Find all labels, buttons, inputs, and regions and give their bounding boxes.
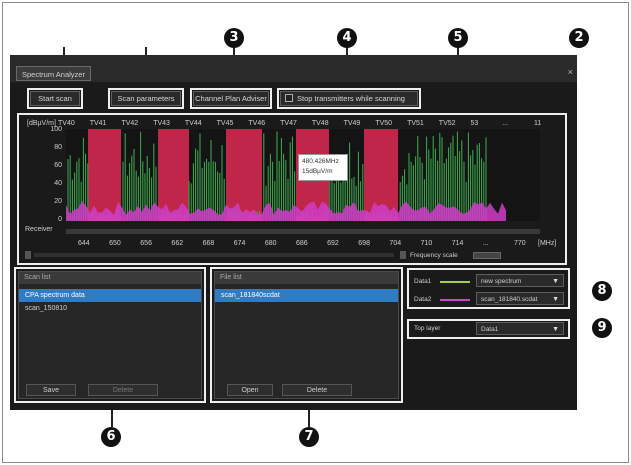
x-tick-label: 692 bbox=[327, 240, 339, 247]
x-tick-label: 714 bbox=[451, 240, 464, 247]
channel-label: TV43 bbox=[153, 120, 170, 127]
y-tick-label: 60 bbox=[54, 162, 62, 169]
file-list-item[interactable]: scan_181840scdat bbox=[215, 289, 398, 302]
data2-label: Data2 bbox=[414, 296, 432, 303]
occupied-channel-band bbox=[88, 129, 121, 221]
frequency-scale-slider[interactable] bbox=[473, 252, 501, 259]
channel-label: ... bbox=[502, 120, 509, 127]
chevron-down-icon: ▼ bbox=[552, 278, 559, 285]
receiver-label: Receiver bbox=[25, 226, 53, 233]
data2-dropdown[interactable]: scan_181840.scdat ▼ bbox=[476, 292, 564, 305]
callout-4: 4 bbox=[337, 28, 357, 48]
callout-5: 5 bbox=[448, 28, 468, 48]
x-tick-label: 680 bbox=[264, 240, 277, 247]
channel-plan-advisor-button[interactable]: Channel Plan Adviser bbox=[193, 91, 269, 106]
title-bar: Spectrum Analyzer × bbox=[10, 55, 577, 82]
x-tick-label: 644 bbox=[78, 240, 90, 247]
stop-transmitters-label: Stop transmitters while scanning bbox=[297, 94, 405, 103]
frequency-tooltip: 480.426MHz 15dBµV/m bbox=[298, 154, 348, 181]
scroll-right-icon[interactable] bbox=[400, 251, 406, 259]
x-tick-label: ... bbox=[482, 240, 489, 247]
occupied-channel-band bbox=[226, 129, 262, 221]
open-button[interactable]: Open bbox=[227, 384, 273, 396]
scan-list-item[interactable]: CPA spectrum data bbox=[19, 289, 201, 302]
data2-value: scan_181840.scdat bbox=[481, 296, 538, 303]
channel-label: TV42 bbox=[121, 120, 139, 127]
top-layer-dropdown[interactable]: Data1 ▼ bbox=[476, 322, 564, 335]
frequency-scale-label: Frequency scale bbox=[410, 252, 458, 259]
y-tick-label: 80 bbox=[54, 144, 62, 151]
y-tick-label: 40 bbox=[54, 180, 62, 187]
callout-6: 6 bbox=[101, 427, 121, 447]
file-list-panel: File list scan_181840scdat bbox=[214, 271, 399, 399]
data1-value: new spectrum bbox=[481, 278, 522, 285]
stop-transmitters-checkbox-row[interactable]: Stop transmitters while scanning bbox=[280, 91, 418, 106]
horizontal-scrollbar[interactable] bbox=[34, 253, 394, 257]
scan-list-title: Scan list bbox=[19, 272, 201, 284]
channel-label: TV49 bbox=[343, 120, 361, 127]
tooltip-frequency: 480.426MHz bbox=[302, 158, 339, 165]
channel-label: 53 bbox=[470, 120, 479, 127]
scroll-left-icon[interactable] bbox=[25, 251, 31, 259]
window-tab[interactable]: Spectrum Analyzer bbox=[16, 66, 91, 81]
x-tick-label: 668 bbox=[202, 240, 215, 247]
scan-list-item[interactable]: scan_150810 bbox=[19, 302, 201, 315]
data1-color-swatch bbox=[440, 281, 470, 283]
x-tick-label: 656 bbox=[140, 240, 152, 247]
chevron-down-icon: ▼ bbox=[552, 326, 559, 333]
checkbox-icon[interactable] bbox=[285, 94, 293, 102]
x-tick-label: 674 bbox=[233, 240, 246, 247]
x-tick-label: 710 bbox=[420, 240, 433, 247]
start-scan-button[interactable]: Start scan bbox=[30, 91, 80, 106]
x-tick-label: 704 bbox=[389, 240, 402, 247]
y-tick-label: 100 bbox=[50, 126, 62, 133]
file-delete-button[interactable]: Delete bbox=[282, 384, 352, 396]
x-axis-unit: [MHz] bbox=[538, 240, 557, 247]
x-tick-label: 686 bbox=[296, 240, 308, 247]
callout-8: 8 bbox=[592, 281, 612, 301]
callout-9: 9 bbox=[592, 318, 612, 338]
data1-dropdown[interactable]: new spectrum ▼ bbox=[476, 274, 564, 287]
scan-delete-button[interactable]: Delete bbox=[88, 384, 158, 396]
channel-label: TV44 bbox=[184, 120, 202, 127]
x-tick-label: 662 bbox=[171, 240, 184, 247]
channel-label: TV46 bbox=[248, 120, 266, 127]
y-tick-label: 0 bbox=[58, 216, 62, 223]
close-icon[interactable]: × bbox=[568, 67, 573, 77]
data2-color-swatch bbox=[440, 299, 470, 301]
top-layer-value: Data1 bbox=[481, 326, 499, 333]
channel-label: 11 bbox=[534, 120, 542, 127]
y-tick-label: 20 bbox=[54, 198, 62, 205]
x-tick-label: 698 bbox=[358, 240, 370, 247]
callout-2: 2 bbox=[569, 28, 589, 48]
channel-label: TV48 bbox=[311, 120, 329, 127]
channel-label: TV51 bbox=[407, 120, 424, 127]
channel-label: TV41 bbox=[89, 120, 107, 127]
channel-label: TV47 bbox=[280, 120, 297, 127]
channel-label: TV50 bbox=[375, 120, 393, 127]
data1-label: Data1 bbox=[414, 278, 432, 285]
scan-parameters-button[interactable]: Scan parameters bbox=[111, 91, 181, 106]
file-list-title: File list bbox=[215, 272, 398, 284]
x-tick-label: 650 bbox=[109, 240, 121, 247]
callout-7: 7 bbox=[299, 427, 319, 447]
save-button[interactable]: Save bbox=[26, 384, 76, 396]
callout-3: 3 bbox=[224, 28, 244, 48]
channel-label: TV45 bbox=[216, 120, 234, 127]
tooltip-level: 15dBµV/m bbox=[302, 168, 333, 175]
receiver-band bbox=[66, 229, 540, 234]
x-tick-label: 770 bbox=[514, 240, 526, 247]
chevron-down-icon: ▼ bbox=[552, 296, 559, 303]
scan-list-panel: Scan list CPA spectrum data scan_150810 bbox=[18, 271, 202, 399]
channel-label: TV52 bbox=[438, 120, 456, 127]
top-layer-label: Top layer bbox=[414, 325, 441, 332]
